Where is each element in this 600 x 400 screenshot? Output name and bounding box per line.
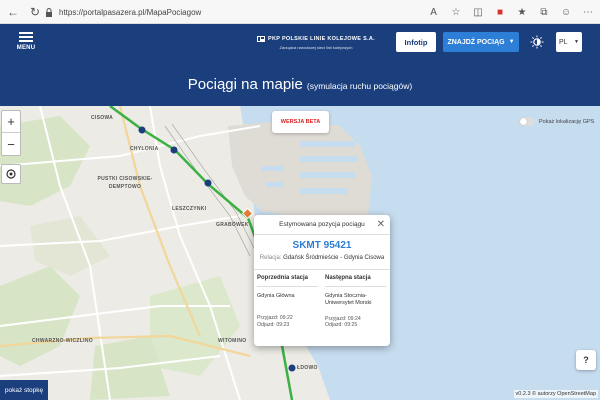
gps-label: Pokaż lokalizację GPS [539,118,595,125]
popup-header: Estymowana pozycja pociągu ✕ [254,215,390,235]
page-title-bar: Pociągi na mapie (symulacja ruchu pociąg… [0,62,600,106]
favorite-star-icon[interactable]: ☆ [448,3,464,21]
gps-switch[interactable] [519,117,535,126]
page-title-note: (symulacja ruchu pociągów) [306,80,413,91]
language-select[interactable]: PL ▼ [556,32,582,52]
site-header: MENU PKP POLSKIE LINIE KOLEJOWE S.A. Zar… [0,24,600,62]
place-label-witomino: WITOMINO [218,338,247,344]
train-relation: Relacja: Gdańsk Śródmieście - Gdynia Cis… [254,255,390,263]
train-number[interactable]: SKMT 95421 [254,240,390,251]
chevron-down-icon: ▼ [574,39,579,45]
previous-arrival: Przyjazd: 09:22 [257,315,293,322]
more-icon[interactable]: ⋯ [580,3,596,21]
browser-tools: A ☆ ◫ ■ ★ ⧉ ☺ ⋯ [426,3,596,21]
chevron-down-icon: ▼ [508,39,515,45]
extension-icon[interactable]: ■ [492,3,508,21]
next-station-name: Gdynia Stocznia-Uniwersytet Morski [325,293,372,307]
next-station-header: Następna stacja [325,275,386,288]
reload-icon[interactable]: ↻ [26,3,44,21]
place-label-leszczynki: LESZCZYNKI [172,206,207,212]
beta-badge: WERSJA BETA [272,111,329,133]
read-aloud-icon[interactable]: A [426,3,442,21]
profile-icon[interactable]: ☺ [558,3,574,21]
language-value: PL [559,38,568,46]
brand-logo[interactable]: PKP POLSKIE LINIE KOLEJOWE S.A. Zarządca… [256,36,376,50]
close-icon[interactable]: ✕ [377,219,385,230]
place-label-cisowa: CISOWA [91,115,114,121]
next-departure: Odjazd: 09:25 [325,322,358,329]
address-bar[interactable]: https://portalpasazera.pl/MapaPociagow [44,3,464,21]
help-button[interactable]: ? [576,350,596,370]
train-info-popup: Estymowana pozycja pociągu ✕ SKMT 95421 … [254,215,390,346]
lock-icon [44,7,54,17]
zoom-in-button[interactable]: + [2,111,20,133]
hamburger-icon [19,32,33,42]
gps-toggle[interactable]: Pokaż lokalizację GPS [519,117,594,126]
target-icon [6,169,16,179]
show-footer-link[interactable]: pokaż stopkę [0,380,48,400]
place-label-chwarzno: CHWARZNO-WICZLINO [32,338,93,344]
map-attribution[interactable]: v0.2.3 © autorzy OpenStreetMap [513,390,598,398]
menu-button[interactable]: MENU [13,32,39,56]
place-label-ldowo: ŁDOWO [297,365,318,371]
locate-button[interactable] [1,164,21,184]
zoom-out-button[interactable]: − [2,133,20,155]
place-label-grabowek: GRABÓWEK [216,222,249,228]
find-train-button[interactable]: ZNAJDŹ POCIĄG ▼ [443,32,519,52]
browser-toolbar: ← ↻ https://portalpasazera.pl/MapaPociag… [0,0,600,24]
popup-title: Estymowana pozycja pociągu [279,221,365,228]
find-train-label: ZNAJDŹ POCIĄG [447,38,505,46]
stations-section: Poprzednia stacja Gdynia Główna Przyjazd… [254,268,390,330]
pkp-logo-icon [257,36,265,42]
page-title: Pociągi na mapie [187,75,303,93]
previous-station-header: Poprzednia stacja [257,275,318,288]
next-station: Następna stacja Gdynia Stocznia-Uniwersy… [322,270,390,330]
relation-value: Gdańsk Śródmieście - Gdynia Cisowa [283,255,385,261]
place-label-pustki: PUSTKI CISOWSKIE-DEMPTOWO [97,176,153,190]
brand-name: PKP POLSKIE LINIE KOLEJOWE S.A. [268,36,375,42]
previous-station: Poprzednia stacja Gdynia Główna Przyjazd… [254,270,322,330]
zoom-control: + − [1,110,21,156]
contrast-icon[interactable] [527,32,547,52]
previous-station-name: Gdynia Główna [257,293,295,300]
favorites-icon[interactable]: ★ [514,3,530,21]
place-label-chylonia: CHYLONIA [130,146,159,152]
split-screen-icon[interactable]: ◫ [470,3,486,21]
next-arrival: Przyjazd: 09:24 [325,315,361,322]
back-icon[interactable]: ← [4,3,22,21]
collections-icon[interactable]: ⧉ [536,3,552,21]
url-text: https://portalpasazera.pl/MapaPociagow [59,7,202,17]
brand-subtitle: Zarządca narodowej sieci linii kolejowyc… [279,45,353,50]
menu-label: MENU [16,45,36,51]
infotip-button[interactable]: Infotip [396,32,436,52]
previous-departure: Odjazd: 09:23 [257,322,290,329]
relation-label: Relacja: [259,255,282,261]
